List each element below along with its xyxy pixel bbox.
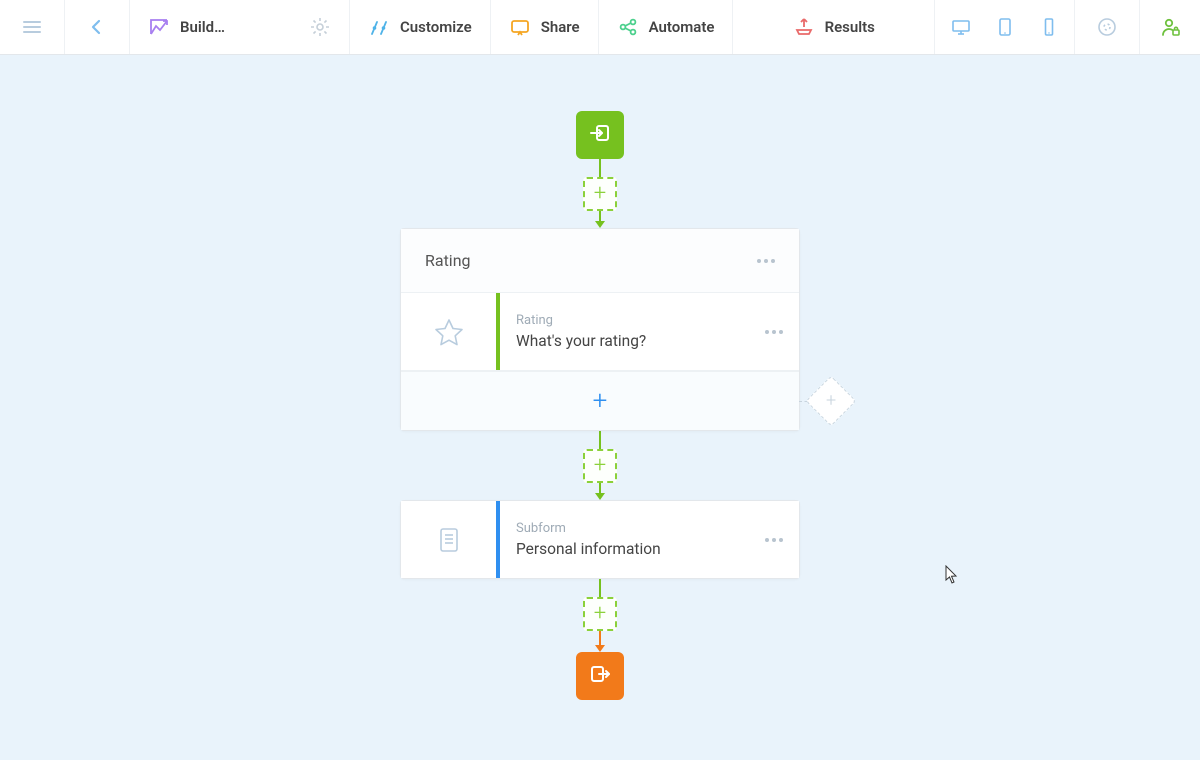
tab-results[interactable]: Results — [733, 0, 935, 54]
plus-icon: + — [826, 392, 836, 410]
menu-button[interactable] — [0, 0, 65, 54]
question-row[interactable]: Rating What's your rating? — [401, 293, 799, 371]
tab-build-label: Build… — [180, 18, 225, 36]
card-header[interactable]: Rating — [401, 229, 799, 293]
tab-automate-label: Automate — [649, 18, 715, 36]
card-title: Rating — [425, 251, 471, 270]
mouse-cursor — [945, 565, 959, 585]
tab-customize[interactable]: Customize — [350, 0, 491, 54]
device-preview-group — [935, 0, 1075, 54]
end-node[interactable] — [576, 652, 624, 700]
tab-customize-label: Customize — [400, 18, 472, 36]
enter-icon — [588, 121, 612, 149]
more-icon — [765, 330, 783, 334]
connector — [599, 159, 601, 177]
arrow-down-icon — [595, 645, 605, 652]
add-branch-button[interactable]: + — [813, 383, 849, 419]
arrow-down-icon — [595, 221, 605, 228]
row-type-label: Subform — [516, 521, 733, 536]
flow-canvas[interactable]: + Rating Rating What's your rating? — [0, 55, 1200, 760]
tab-automate[interactable]: Automate — [599, 0, 734, 54]
document-icon — [401, 501, 496, 578]
add-node-button[interactable]: + — [583, 177, 617, 211]
plus-icon: + — [594, 183, 606, 205]
tab-results-label: Results — [825, 18, 875, 36]
plus-icon: + — [593, 388, 608, 414]
add-question-button[interactable]: + + — [401, 371, 799, 430]
tab-build[interactable]: Build… — [130, 0, 350, 54]
plus-icon: + — [594, 603, 606, 625]
help-icon — [1096, 16, 1118, 38]
hamburger-icon — [21, 16, 43, 38]
customize-icon — [368, 16, 390, 38]
main-toolbar: Build… Customize Share Automate Results — [0, 0, 1200, 55]
page-card-rating[interactable]: Rating Rating What's your rating? + — [400, 228, 800, 431]
question-row[interactable]: Subform Personal information — [401, 501, 799, 578]
add-node-button[interactable]: + — [583, 449, 617, 483]
page-card-subform[interactable]: Subform Personal information — [400, 500, 800, 579]
tab-share[interactable]: Share — [491, 0, 599, 54]
connector — [599, 483, 601, 493]
row-body: Rating What's your rating? — [500, 293, 749, 370]
desktop-icon[interactable] — [950, 16, 972, 38]
connector — [599, 431, 601, 449]
mobile-icon[interactable] — [1038, 16, 1060, 38]
user-icon — [1159, 16, 1181, 38]
connector — [599, 631, 601, 645]
connector — [599, 579, 601, 597]
user-button[interactable] — [1140, 0, 1200, 54]
row-title-label: Personal information — [516, 540, 733, 558]
automate-icon — [617, 16, 639, 38]
gear-icon[interactable] — [309, 16, 331, 38]
help-button[interactable] — [1075, 0, 1140, 54]
connector — [599, 211, 601, 221]
star-icon — [401, 293, 496, 370]
more-icon[interactable] — [757, 259, 775, 263]
start-node[interactable] — [576, 111, 624, 159]
row-more-button[interactable] — [749, 501, 799, 578]
tablet-icon[interactable] — [994, 16, 1016, 38]
back-button[interactable] — [65, 0, 130, 54]
plus-icon: + — [594, 455, 606, 477]
results-icon — [793, 16, 815, 38]
flow-column: + Rating Rating What's your rating? — [350, 111, 850, 700]
build-icon — [148, 16, 170, 38]
row-body: Subform Personal information — [500, 501, 749, 578]
row-title-label: What's your rating? — [516, 332, 733, 350]
chevron-left-icon — [86, 16, 108, 38]
row-more-button[interactable] — [749, 293, 799, 370]
add-node-button[interactable]: + — [583, 597, 617, 631]
tab-share-label: Share — [541, 18, 580, 36]
more-icon — [765, 538, 783, 542]
share-icon — [509, 16, 531, 38]
row-type-label: Rating — [516, 313, 733, 328]
arrow-down-icon — [595, 493, 605, 500]
exit-icon — [588, 662, 612, 690]
